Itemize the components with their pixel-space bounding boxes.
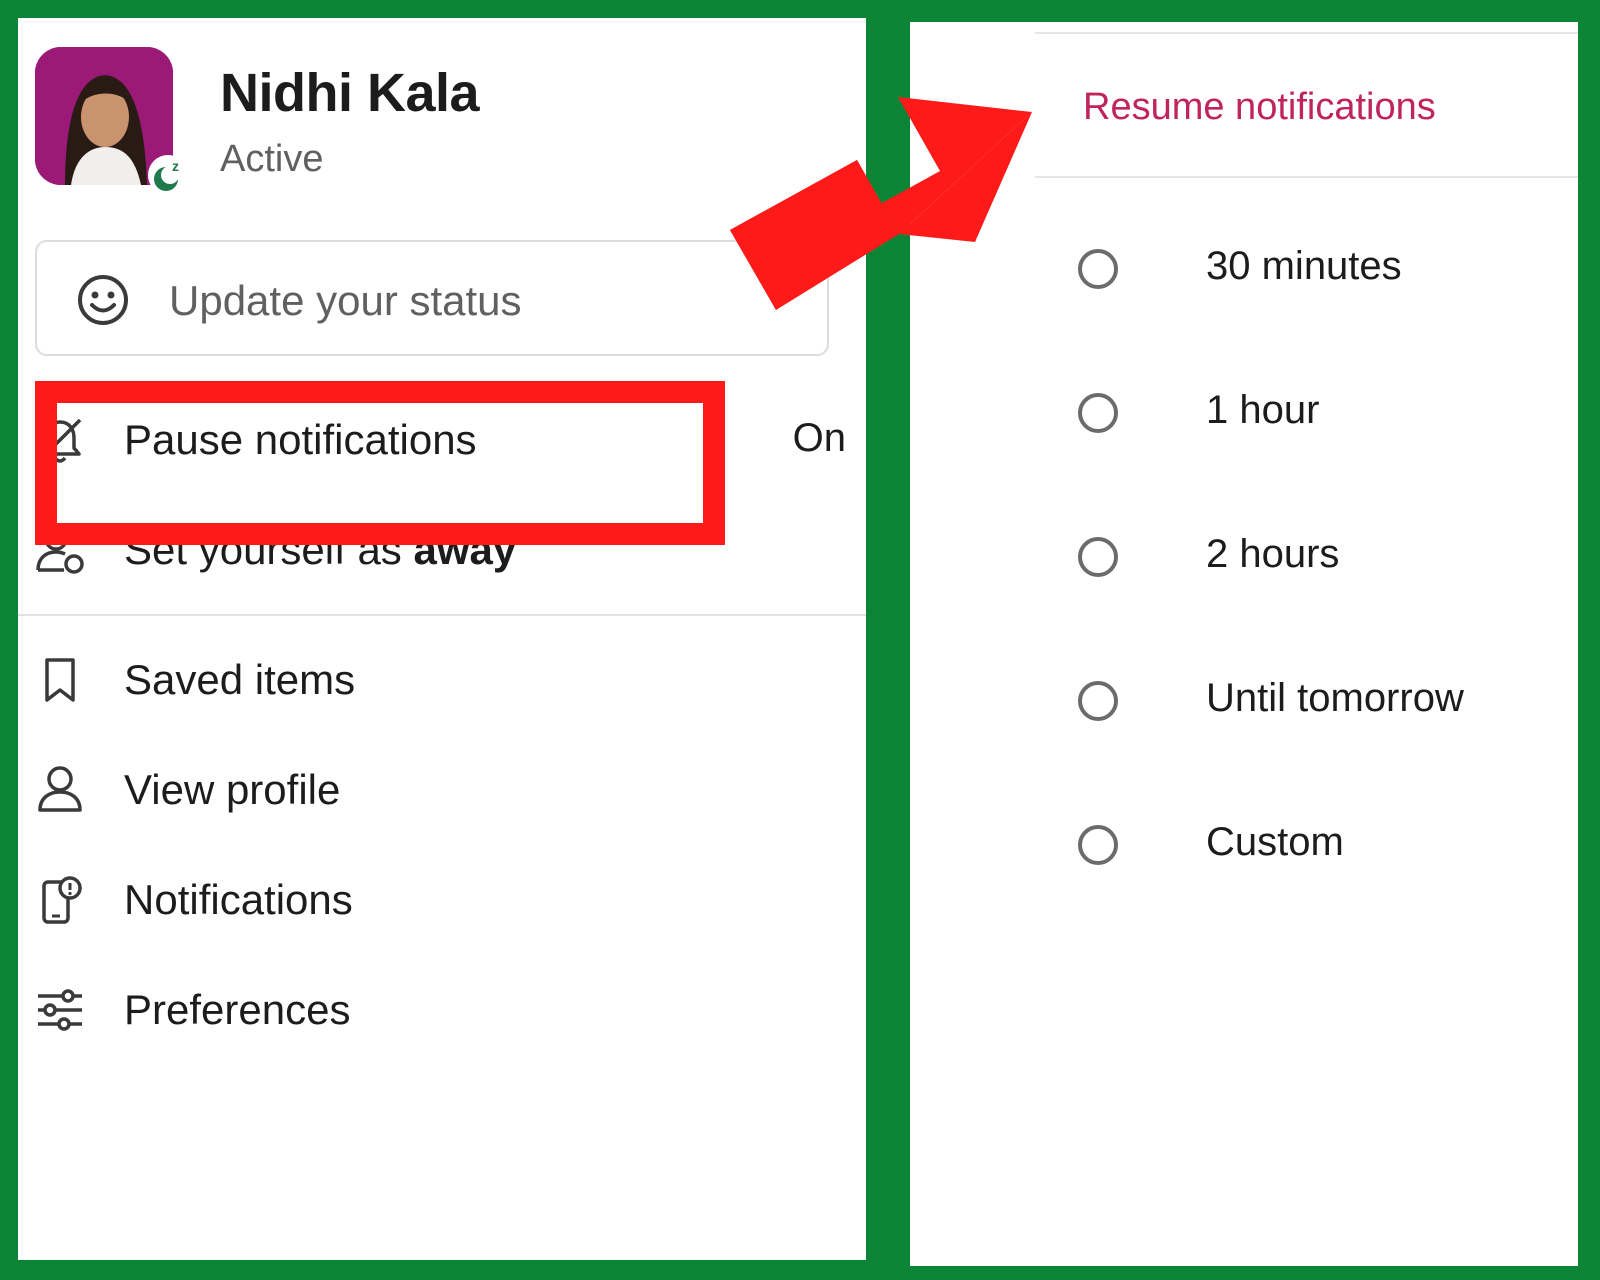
set-away-bold: away	[413, 526, 517, 573]
user-icon	[38, 766, 82, 812]
option-2-hours[interactable]: 2 hours	[910, 516, 1578, 606]
option-30-minutes[interactable]: 30 minutes	[910, 228, 1578, 318]
snooze-icon: z	[154, 158, 179, 191]
option-label: Until tomorrow	[1206, 676, 1464, 720]
phone-alert-icon	[42, 876, 82, 924]
pause-notifications-label: Pause notifications	[124, 416, 477, 463]
status-placeholder: Update your status	[169, 277, 522, 324]
radio-button[interactable]	[1078, 249, 1118, 289]
frame-divider	[866, 0, 910, 1280]
bell-off-icon	[38, 418, 82, 463]
notifications-item[interactable]: Notifications	[18, 854, 866, 944]
top-separator	[1035, 32, 1578, 34]
resume-separator	[1035, 176, 1578, 178]
set-away-prefix: Set yourself as	[124, 526, 414, 573]
update-status-field[interactable]: Update your status	[35, 240, 829, 356]
pause-notifications-item[interactable]: Pause notifications On	[18, 394, 866, 484]
view-profile-label: View profile	[124, 766, 341, 813]
menu-separator	[18, 614, 866, 616]
radio-button[interactable]	[1078, 825, 1118, 865]
radio-button[interactable]	[1078, 681, 1118, 721]
view-profile-item[interactable]: View profile	[18, 744, 866, 834]
set-away-label: Set yourself as away	[124, 526, 516, 574]
set-away-item[interactable]: Set yourself as away	[18, 504, 866, 594]
option-1-hour[interactable]: 1 hour	[910, 372, 1578, 462]
user-away-icon	[36, 527, 84, 574]
notifications-label: Notifications	[124, 876, 353, 923]
preferences-label: Preferences	[124, 986, 351, 1033]
presence-status: Active	[220, 138, 324, 180]
saved-items-label: Saved items	[124, 656, 356, 703]
saved-items-item[interactable]: Saved items	[18, 634, 866, 724]
resume-notifications-link[interactable]: Resume notifications	[1083, 86, 1436, 129]
sliders-icon	[38, 989, 82, 1031]
option-label: 1 hour	[1206, 388, 1320, 432]
smiley-icon	[78, 275, 128, 325]
option-label: 30 minutes	[1206, 244, 1402, 288]
snooze-badge: z	[148, 155, 188, 195]
profile-menu-panel: z Nidhi Kala Active Update your status P…	[18, 18, 866, 1260]
option-label: Custom	[1206, 820, 1344, 864]
radio-button[interactable]	[1078, 537, 1118, 577]
pause-notifications-value: On	[792, 416, 846, 460]
preferences-item[interactable]: Preferences	[18, 964, 866, 1054]
pause-options-panel: Resume notifications 30 minutes 1 hour 2…	[910, 22, 1578, 1266]
option-until-tomorrow[interactable]: Until tomorrow	[910, 660, 1578, 750]
user-name: Nidhi Kala	[220, 63, 480, 123]
bookmark-icon	[45, 658, 75, 702]
option-label: 2 hours	[1206, 532, 1340, 576]
option-custom[interactable]: Custom	[910, 804, 1578, 894]
svg-text:z: z	[172, 158, 179, 174]
radio-button[interactable]	[1078, 393, 1118, 433]
